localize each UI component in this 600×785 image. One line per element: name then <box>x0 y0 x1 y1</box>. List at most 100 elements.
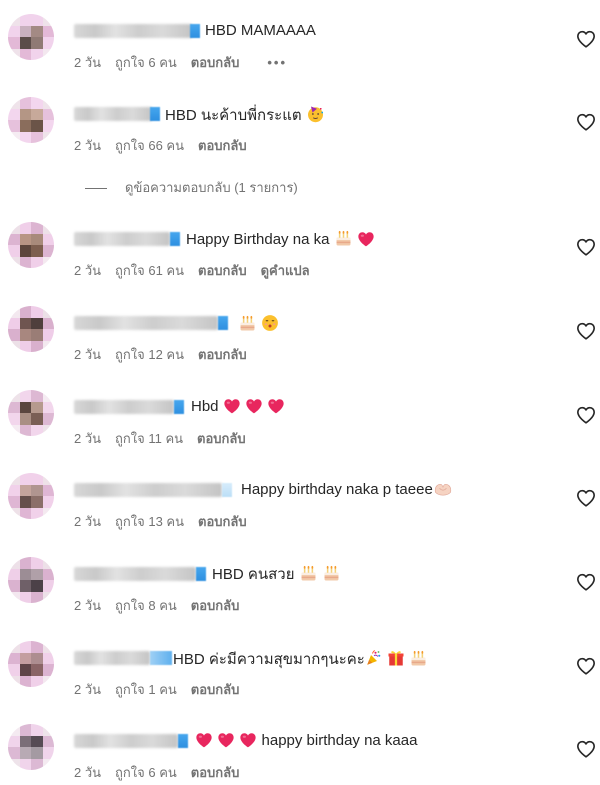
like-heart-icon[interactable] <box>576 406 596 424</box>
red-heart-emoji <box>267 398 285 419</box>
comment-text-wrap: HBD คนสวย <box>212 565 341 587</box>
comment-time: 2 วัน <box>74 138 102 153</box>
birthday-cake-emoji <box>334 230 353 252</box>
comment-likes[interactable]: ถูกใจ 11 คน <box>115 431 183 446</box>
comment-likes[interactable]: ถูกใจ 6 คน <box>115 55 177 70</box>
like-heart-icon[interactable] <box>576 322 596 340</box>
avatar[interactable] <box>8 641 54 687</box>
comment-item: HBD ค่ะมีความสุขมากๆนะคะ 2 วัน ถูกใจ 1 คน… <box>0 637 600 717</box>
like-heart-icon[interactable] <box>576 489 596 507</box>
username-edge <box>170 232 180 246</box>
comment-text: Happy birthday naka p taeee <box>241 481 433 498</box>
comment-text: HBD MAMAAAA <box>205 22 316 39</box>
comment-text: Happy Birthday na ka <box>186 231 330 248</box>
comment-text: HBD นะค้าบพี่กระแต <box>165 107 302 124</box>
divider-line <box>85 188 107 190</box>
red-heart-emoji <box>195 732 213 753</box>
reply-button[interactable]: ตอบกลับ <box>198 514 247 529</box>
like-heart-icon[interactable] <box>576 740 596 758</box>
comment-likes[interactable]: ถูกใจ 66 คน <box>115 138 184 153</box>
red-heart-emoji <box>223 398 241 419</box>
comment-meta: 2 วัน ถูกใจ 66 คน ตอบกลับ <box>74 138 261 154</box>
red-heart-emoji <box>239 732 257 753</box>
comment-likes[interactable]: ถูกใจ 12 คน <box>115 347 184 362</box>
more-options-button[interactable]: ••• <box>267 55 287 70</box>
reply-button[interactable]: ตอบกลับ <box>198 347 247 362</box>
comment-meta: 2 วัน ถูกใจ 12 คน ตอบกลับ <box>74 347 261 363</box>
avatar[interactable] <box>8 724 54 770</box>
avatar[interactable] <box>8 14 54 60</box>
comment-text: Hbd <box>191 398 219 415</box>
heart-hands-emoji <box>433 481 453 502</box>
username-edge <box>196 567 206 581</box>
birthday-cake-emoji <box>238 315 257 337</box>
avatar[interactable] <box>8 390 54 436</box>
comment-time: 2 วัน <box>74 765 102 780</box>
like-heart-icon[interactable] <box>576 657 596 675</box>
avatar[interactable] <box>8 97 54 143</box>
username-edge <box>150 651 172 665</box>
party-face-emoji <box>306 105 325 128</box>
avatar[interactable] <box>8 306 54 352</box>
username-blurred[interactable] <box>74 400 174 414</box>
reply-button[interactable]: ตอบกลับ <box>198 263 247 278</box>
avatar[interactable] <box>8 222 54 268</box>
comment-likes[interactable]: ถูกใจ 61 คน <box>115 263 184 278</box>
comment-text: HBD ค่ะมีความสุขมากๆนะคะ <box>173 651 365 668</box>
gift-emoji <box>387 649 405 672</box>
like-heart-icon[interactable] <box>576 113 596 131</box>
username-blurred[interactable] <box>74 316 218 330</box>
username-edge <box>178 734 188 748</box>
comment-meta: 2 วัน ถูกใจ 11 คน ตอบกลับ <box>74 431 260 447</box>
username-blurred[interactable] <box>74 24 192 38</box>
like-heart-icon[interactable] <box>576 238 596 256</box>
comment-time: 2 วัน <box>74 514 102 529</box>
comment-meta: 2 วัน ถูกใจ 13 คน ตอบกลับ <box>74 514 261 530</box>
translate-button[interactable]: ดูคำแปล <box>261 263 310 278</box>
reply-button[interactable]: ตอบกลับ <box>191 682 240 697</box>
username-blurred[interactable] <box>74 107 152 121</box>
comment-item: HBD นะค้าบพี่กระแต 2 วัน ถูกใจ 66 คน ตอบกล… <box>0 93 600 173</box>
comment-likes[interactable]: ถูกใจ 8 คน <box>115 598 177 613</box>
red-heart-emoji <box>245 398 263 419</box>
kissing-face-emoji <box>261 314 279 337</box>
comment-time: 2 วัน <box>74 598 102 613</box>
comment-text-wrap: HBD ค่ะมีความสุขมากๆนะคะ <box>173 649 428 672</box>
comment-likes[interactable]: ถูกใจ 6 คน <box>115 765 177 780</box>
username-blurred[interactable] <box>74 734 178 748</box>
comment-item: Hbd 2 วัน ถูกใจ 11 คน ตอบกลับ <box>0 386 600 466</box>
comment-likes[interactable]: ถูกใจ 13 คน <box>115 514 184 529</box>
comment-likes[interactable]: ถูกใจ 1 คน <box>115 682 177 697</box>
username-blurred[interactable] <box>74 567 196 581</box>
comment-text-wrap: happy birthday na kaaa <box>195 732 417 753</box>
avatar[interactable] <box>8 557 54 603</box>
comment-item: Happy Birthday na ka 2 วัน ถูกใจ 61 คน ตอบ… <box>0 218 600 298</box>
reply-button[interactable]: ตอบกลับ <box>198 138 247 153</box>
like-heart-icon[interactable] <box>576 30 596 48</box>
username-blurred[interactable] <box>74 483 222 497</box>
reply-button[interactable]: ตอบกลับ <box>197 431 246 446</box>
username-blurred[interactable] <box>74 232 170 246</box>
reply-button[interactable]: ตอบกลับ <box>191 765 240 780</box>
comment-time: 2 วัน <box>74 682 102 697</box>
red-heart-emoji <box>217 732 235 753</box>
view-replies-button[interactable]: ดูข้อความตอบกลับ (1 รายการ) <box>85 180 298 196</box>
comment-meta: 2 วัน ถูกใจ 6 คน ตอบกลับ <box>74 765 253 781</box>
comment-text-wrap: Hbd <box>191 398 285 419</box>
birthday-cake-emoji <box>409 650 428 672</box>
reply-button[interactable]: ตอบกลับ <box>191 598 240 613</box>
comment-text: happy birthday na kaaa <box>261 732 418 749</box>
username-edge <box>190 24 200 38</box>
avatar[interactable] <box>8 473 54 519</box>
comment-item: HBD MAMAAAA 2 วัน ถูกใจ 6 คน ตอบกลับ ••• <box>0 10 600 90</box>
username-edge <box>222 483 232 497</box>
reply-button[interactable]: ตอบกลับ <box>191 55 240 70</box>
comment-item: HBD คนสวย 2 วัน ถูกใจ 8 คน ตอบกลับ <box>0 553 600 633</box>
username-blurred[interactable] <box>74 651 150 665</box>
like-heart-icon[interactable] <box>576 573 596 591</box>
comment-text-wrap: Happy Birthday na ka <box>186 230 375 252</box>
birthday-cake-emoji <box>322 565 341 587</box>
comment-time: 2 วัน <box>74 431 102 446</box>
comment-meta: 2 วัน ถูกใจ 1 คน ตอบกลับ <box>74 682 253 698</box>
red-heart-emoji <box>357 231 375 252</box>
